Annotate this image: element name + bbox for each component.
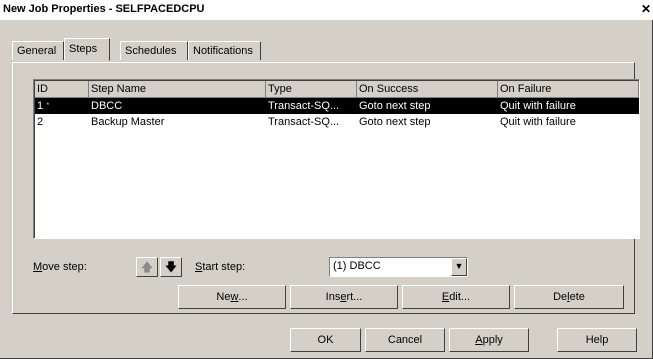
cell-on-success: Goto next step: [359, 116, 431, 128]
tab-notifications[interactable]: Notifications: [188, 41, 261, 60]
tab-steps[interactable]: Steps: [64, 38, 110, 61]
cell-on-failure: Quit with failure: [500, 100, 576, 112]
ok-button[interactable]: OK: [290, 328, 361, 352]
column-header-type[interactable]: Type: [266, 81, 357, 98]
cell-step-name: DBCC: [91, 100, 123, 112]
down-arrow-icon: 🡇: [164, 260, 178, 274]
cell-step-name: Backup Master: [91, 116, 165, 128]
window-title: New Job Properties - SELFPACEDCPU: [3, 3, 205, 15]
cell-type: Transact-SQ...: [268, 116, 340, 128]
help-button[interactable]: Help: [557, 328, 637, 352]
steps-list[interactable]: ID Step Name Type On Success On Failure …: [33, 79, 640, 239]
column-header-on-failure[interactable]: On Failure: [498, 81, 639, 98]
cell-type: Transact-SQ...: [268, 100, 340, 112]
column-header-on-success[interactable]: On Success: [357, 81, 498, 98]
move-step-down-button[interactable]: 🡇: [160, 257, 182, 277]
edit-step-button[interactable]: Edit...: [402, 285, 510, 309]
new-step-button[interactable]: New...: [178, 285, 286, 309]
move-step-up-button[interactable]: 🡅: [136, 257, 158, 277]
cancel-button[interactable]: Cancel: [365, 328, 445, 352]
column-header-id[interactable]: ID: [35, 81, 89, 98]
delete-step-button[interactable]: Delete: [514, 285, 624, 309]
up-arrow-icon: 🡅: [140, 260, 154, 274]
chevron-down-icon[interactable]: ▼: [451, 258, 467, 276]
close-icon[interactable]: ✕: [641, 2, 651, 16]
column-header-step-name[interactable]: Step Name: [89, 81, 266, 98]
cell-id: 2: [37, 116, 44, 128]
cell-on-failure: Quit with failure: [500, 116, 576, 128]
job-properties-window: New Job Properties - SELFPACEDCPU ✕ Gene…: [0, 0, 653, 359]
cell-on-success: Goto next step: [359, 100, 431, 112]
table-row[interactable]: 2 Backup Master Transact-SQ... Goto next…: [35, 114, 639, 130]
move-step-label: Move step:: [33, 261, 87, 273]
start-step-value: (1) DBCC: [333, 260, 381, 272]
table-row[interactable]: 1 * DBCC Transact-SQ... Goto next step Q…: [35, 98, 639, 114]
start-step-select[interactable]: (1) DBCC ▼: [329, 257, 468, 277]
tab-schedules[interactable]: Schedules: [120, 41, 188, 60]
start-step-label: Start step:: [195, 261, 246, 273]
insert-step-button[interactable]: Insert...: [290, 285, 398, 309]
tab-general[interactable]: General: [12, 41, 64, 60]
cell-id: 1 *: [37, 100, 50, 112]
title-bar[interactable]: New Job Properties - SELFPACEDCPU ✕: [0, 0, 653, 20]
apply-button[interactable]: Apply: [449, 328, 529, 352]
